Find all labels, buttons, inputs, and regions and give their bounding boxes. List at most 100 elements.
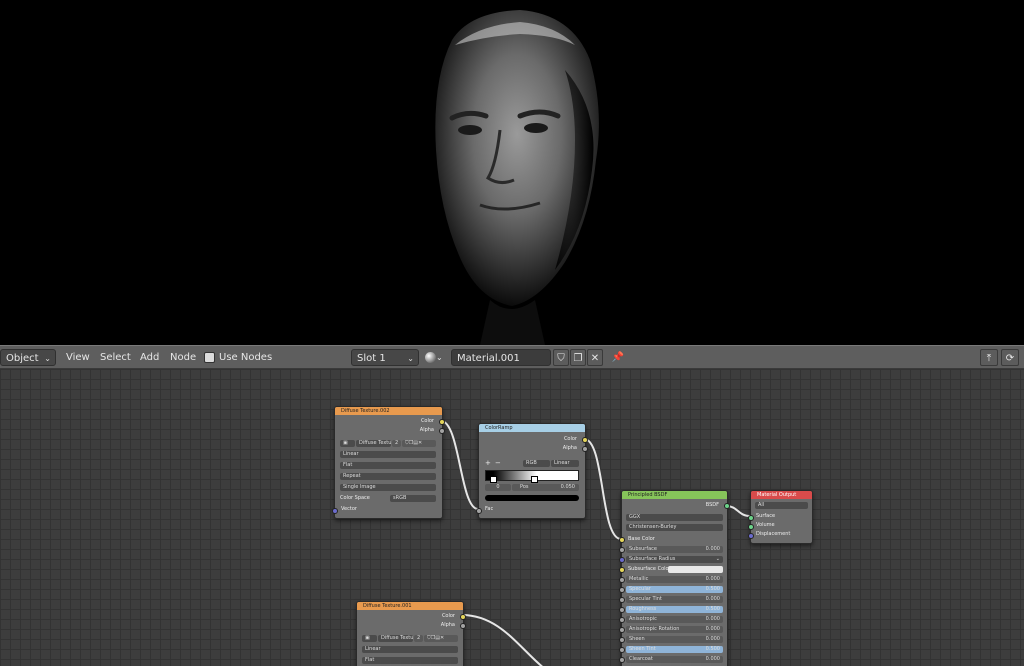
- image-action-buttons[interactable]: ⛉❐▤✕: [402, 440, 436, 447]
- mode-dropdown[interactable]: Object ⌄: [0, 349, 56, 366]
- pin-button[interactable]: 📌: [610, 349, 626, 366]
- socket-color-out[interactable]: [460, 614, 466, 620]
- socket-input[interactable]: [619, 537, 625, 543]
- node-color-ramp[interactable]: ColorRamp Color Alpha + − RGB Linear 0 P…: [476, 423, 588, 519]
- colorspace-dropdown[interactable]: sRGB: [390, 495, 436, 502]
- stop-position-field[interactable]: Pos 0.050: [512, 484, 579, 491]
- use-nodes-checkbox[interactable]: [204, 352, 215, 363]
- image-name-field[interactable]: Diffuse Textur...: [378, 635, 413, 642]
- fake-user-button[interactable]: ⛉: [553, 349, 569, 366]
- interpolation-dropdown[interactable]: Linear: [362, 646, 458, 653]
- node-image-texture-1[interactable]: Diffuse Texture.002 Color Alpha ▣ Diffus…: [332, 406, 445, 519]
- input-field[interactable]: Subsurface Radius ⌄: [626, 556, 723, 563]
- distribution-dropdown[interactable]: GGX: [626, 514, 723, 521]
- socket-input[interactable]: [619, 627, 625, 633]
- projection-dropdown[interactable]: Flat: [362, 657, 458, 664]
- add-stop-button[interactable]: +: [485, 460, 491, 467]
- target-dropdown[interactable]: All: [755, 502, 808, 509]
- image-action-buttons[interactable]: ⛉❐▤✕: [424, 635, 458, 642]
- input-value: 0.000: [705, 546, 720, 552]
- input-label: Anisotropic Rotation: [629, 626, 680, 632]
- socket-alpha-out[interactable]: [582, 446, 588, 452]
- input-surface-label: Surface: [756, 513, 776, 519]
- extension-dropdown[interactable]: Repeat: [340, 473, 436, 480]
- node-header[interactable]: Diffuse Texture.002: [335, 407, 442, 415]
- ramp-stop-white[interactable]: [531, 476, 538, 483]
- snap-button[interactable]: ⟳: [1001, 349, 1019, 366]
- material-browse-button[interactable]: ⌄: [425, 349, 449, 366]
- socket-color-out[interactable]: [582, 437, 588, 443]
- ramp-stop-black[interactable]: [490, 476, 497, 483]
- socket-input[interactable]: [619, 567, 625, 573]
- socket-bsdf-out[interactable]: [724, 503, 730, 509]
- input-field[interactable]: Anisotropic Rotation 0.000: [626, 626, 723, 633]
- socket-input[interactable]: [619, 557, 625, 563]
- minus-icon: −: [495, 459, 501, 467]
- node-editor-canvas[interactable]: Diffuse Texture.002 Color Alpha ▣ Diffus…: [0, 369, 1024, 666]
- slot-dropdown[interactable]: Slot 1 ⌄: [351, 349, 419, 366]
- socket-vector-in[interactable]: [332, 508, 338, 514]
- color-swatch[interactable]: [668, 566, 723, 573]
- input-fac-label: Fac: [485, 506, 494, 512]
- socket-input[interactable]: [619, 577, 625, 583]
- menu-view[interactable]: View: [62, 349, 94, 366]
- input-field[interactable]: Clearcoat 0.000: [626, 656, 723, 663]
- stop-color-swatch[interactable]: [485, 495, 579, 501]
- node-header[interactable]: Principled BSDF: [622, 491, 727, 499]
- node-material-output[interactable]: Material Output All Surface Volume Displ…: [748, 490, 813, 544]
- socket-input[interactable]: [619, 547, 625, 553]
- input-label: Roughness: [629, 606, 657, 612]
- socket-alpha-out[interactable]: [439, 428, 445, 434]
- socket-input[interactable]: [619, 657, 625, 663]
- socket-volume-in[interactable]: [748, 524, 754, 530]
- image-browse-button[interactable]: ▣: [340, 440, 355, 447]
- input-value: 0.000: [705, 616, 720, 622]
- source-dropdown[interactable]: Single Image: [340, 484, 436, 491]
- colorspace-label: Color Space: [340, 495, 370, 501]
- stop-index-field[interactable]: 0: [485, 484, 511, 491]
- chevron-down-icon: ⌄: [407, 354, 414, 363]
- socket-input[interactable]: [619, 647, 625, 653]
- interpolation-dropdown[interactable]: Linear: [340, 451, 436, 458]
- input-field[interactable]: Anisotropic 0.000: [626, 616, 723, 623]
- socket-input[interactable]: [619, 597, 625, 603]
- material-sphere-icon: [425, 351, 436, 363]
- image-browse-button[interactable]: ▣: [362, 635, 377, 642]
- projection-dropdown[interactable]: Flat: [340, 462, 436, 469]
- socket-fac-in[interactable]: [476, 508, 482, 514]
- input-field[interactable]: Metallic 0.000: [626, 576, 723, 583]
- 3d-viewport[interactable]: [0, 0, 1024, 345]
- input-vector-label: Vector: [341, 506, 357, 512]
- subsurface-method-dropdown[interactable]: Christensen-Burley: [626, 524, 723, 531]
- input-field[interactable]: Specular 0.500: [626, 586, 723, 593]
- socket-surface-in[interactable]: [748, 515, 754, 521]
- unlink-material-button[interactable]: ✕: [587, 349, 603, 366]
- node-principled-bsdf[interactable]: Principled BSDF BSDF GGX Christensen-Bur…: [619, 490, 730, 666]
- socket-input[interactable]: [619, 617, 625, 623]
- duplicate-material-button[interactable]: ❐: [570, 349, 586, 366]
- menu-select[interactable]: Select: [96, 349, 135, 366]
- parent-node-tree-button[interactable]: ⤒: [980, 349, 998, 366]
- socket-input[interactable]: [619, 587, 625, 593]
- socket-input[interactable]: [619, 607, 625, 613]
- socket-color-out[interactable]: [439, 419, 445, 425]
- node-header[interactable]: Material Output: [751, 491, 812, 499]
- input-field[interactable]: Subsurface 0.000: [626, 546, 723, 553]
- image-name-field[interactable]: Diffuse Textur...: [356, 440, 391, 447]
- color-mode-dropdown[interactable]: RGB: [523, 460, 550, 467]
- material-name-field[interactable]: Material.001: [451, 349, 551, 366]
- node-header[interactable]: ColorRamp: [479, 424, 585, 432]
- menu-add[interactable]: Add: [136, 349, 163, 366]
- socket-alpha-out[interactable]: [460, 623, 466, 629]
- input-field[interactable]: Sheen 0.000: [626, 636, 723, 643]
- socket-input[interactable]: [619, 637, 625, 643]
- node-header[interactable]: Diffuse Texture.001: [357, 602, 463, 610]
- input-field[interactable]: Specular Tint 0.000: [626, 596, 723, 603]
- interpolation-dropdown[interactable]: Linear: [551, 460, 579, 467]
- socket-displacement-in[interactable]: [748, 533, 754, 539]
- menu-node[interactable]: Node: [166, 349, 200, 366]
- input-field[interactable]: Sheen Tint 0.500: [626, 646, 723, 653]
- input-field[interactable]: Roughness 0.500: [626, 606, 723, 613]
- node-image-texture-2[interactable]: Diffuse Texture.001 Color Alpha ▣ Diffus…: [356, 601, 466, 666]
- remove-stop-button[interactable]: −: [495, 460, 501, 467]
